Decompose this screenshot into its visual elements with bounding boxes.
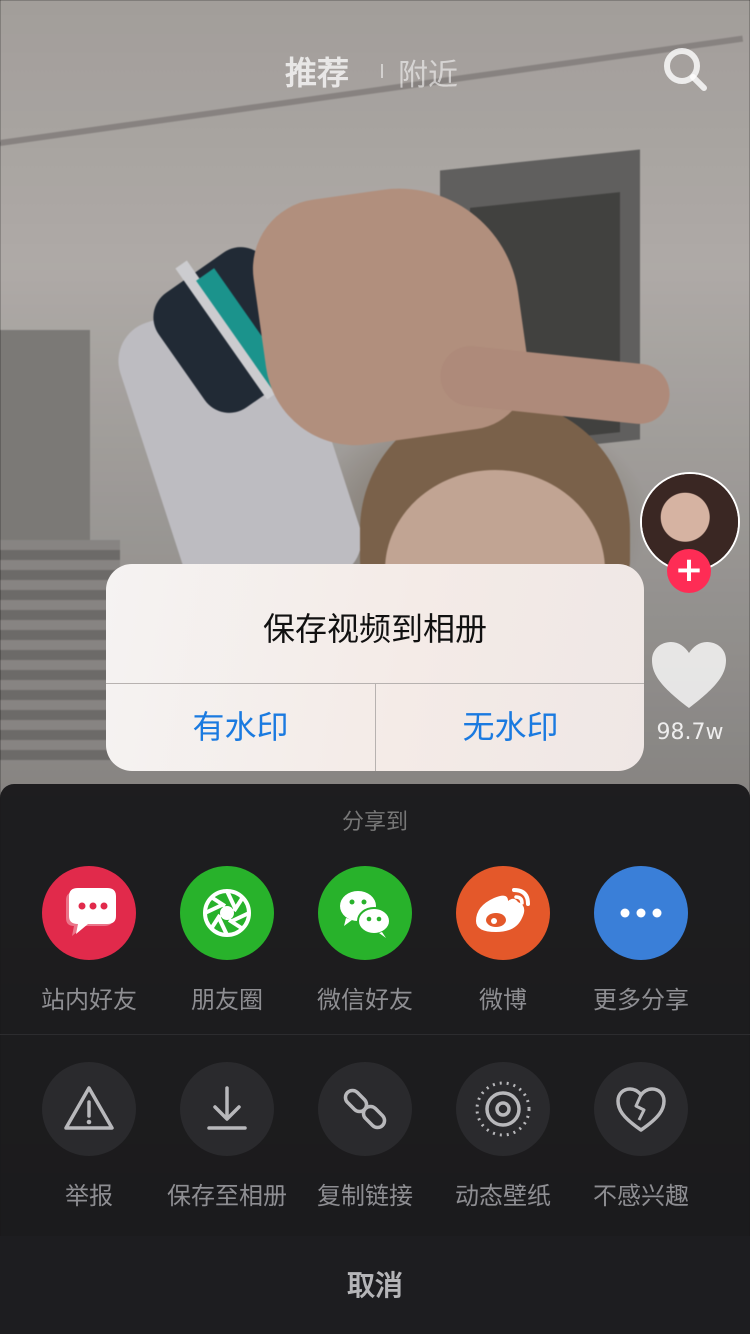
tab-nearby[interactable]: 附近	[398, 50, 458, 94]
more-dots-icon	[594, 866, 688, 960]
link-icon	[318, 1062, 412, 1156]
share-item-station-friend[interactable]: 站内好友	[20, 866, 158, 1015]
share-item-more[interactable]: 更多分享	[572, 866, 710, 1015]
tab-recommend[interactable]: 推荐	[285, 48, 349, 94]
save-video-alert: 保存视频到相册 有水印 无水印	[106, 564, 644, 771]
action-item-report[interactable]: 举报	[20, 1062, 158, 1211]
follow-button[interactable]: +	[667, 549, 711, 593]
action-item-label: 举报	[65, 1182, 113, 1210]
share-item-label: 微信好友	[317, 986, 413, 1014]
wechat-icon	[318, 866, 412, 960]
share-sheet: 分享到 站内好友 朋友圈 微信好友 微博 更多分享 举报 保存至相册 复制链接 …	[0, 784, 750, 1334]
share-item-label: 更多分享	[593, 986, 689, 1014]
action-item-live-wallpaper[interactable]: 动态壁纸	[434, 1062, 572, 1211]
tab-separator	[381, 64, 383, 78]
row-divider	[0, 1034, 750, 1035]
live-wallpaper-icon	[456, 1062, 550, 1156]
alert-title: 保存视频到相册	[262, 610, 487, 648]
weibo-icon	[456, 866, 550, 960]
no-watermark-button[interactable]: 无水印	[376, 684, 644, 771]
with-watermark-button[interactable]: 有水印	[106, 684, 375, 771]
action-item-not-interested[interactable]: 不感兴趣	[572, 1062, 710, 1211]
chat-bubble-icon	[42, 866, 136, 960]
like-count: 98.7w	[656, 720, 724, 745]
action-item-label: 保存至相册	[167, 1182, 287, 1210]
warning-icon	[42, 1062, 136, 1156]
moments-aperture-icon	[180, 866, 274, 960]
share-item-wechat[interactable]: 微信好友	[296, 866, 434, 1015]
top-nav: 推荐 附近	[0, 40, 750, 100]
share-sheet-title: 分享到	[341, 810, 408, 835]
share-item-label: 站内好友	[41, 986, 137, 1014]
cancel-label: 取消	[346, 1269, 403, 1302]
action-item-copy-link[interactable]: 复制链接	[296, 1062, 434, 1211]
download-icon	[180, 1062, 274, 1156]
cancel-button[interactable]: 取消	[0, 1236, 750, 1334]
action-item-label: 复制链接	[317, 1182, 413, 1210]
share-item-label: 微博	[479, 986, 527, 1014]
action-item-label: 不感兴趣	[593, 1182, 689, 1210]
action-item-label: 动态壁纸	[455, 1182, 551, 1210]
broken-heart-icon	[594, 1062, 688, 1156]
search-icon[interactable]	[662, 46, 708, 92]
share-item-moments[interactable]: 朋友圈	[158, 866, 296, 1015]
share-item-label: 朋友圈	[191, 986, 263, 1014]
heart-icon[interactable]	[650, 640, 728, 710]
share-item-weibo[interactable]: 微博	[434, 866, 572, 1015]
action-item-save-album[interactable]: 保存至相册	[158, 1062, 296, 1211]
